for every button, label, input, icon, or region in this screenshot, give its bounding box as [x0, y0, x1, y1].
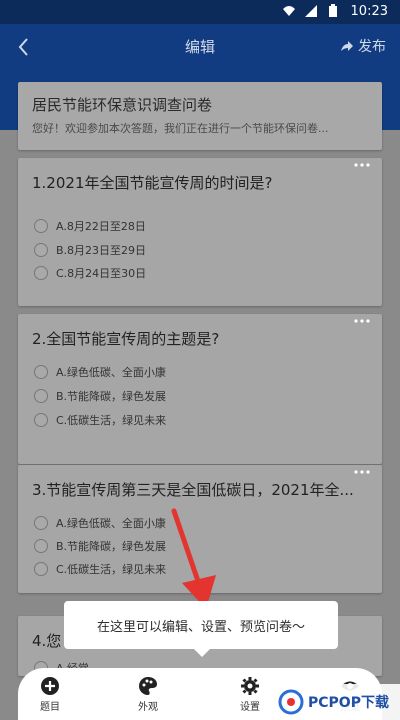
option-item[interactable]: B.节能降碳，绿色发展 [34, 388, 166, 404]
option-label: A.绿色低碳、全面小康 [56, 517, 166, 530]
more-icon[interactable] [352, 160, 372, 170]
radio-button[interactable] [34, 266, 48, 280]
battery-icon [329, 4, 337, 17]
status-icons [282, 4, 340, 18]
hint-tooltip: 在这里可以编辑、设置、预览问卷～ [64, 601, 338, 657]
radio-button[interactable] [34, 243, 48, 257]
survey-header-card[interactable]: 居民节能环保意识调查问卷 您好！欢迎参加本次答题，我们正在进行一个节能环保问卷.… [18, 82, 382, 150]
add-circle-icon [41, 677, 59, 695]
palette-icon [139, 677, 157, 695]
publish-button[interactable]: 发布 [340, 36, 386, 56]
tooltip-text: 在这里可以编辑、设置、预览问卷～ [96, 619, 305, 635]
tab-questions[interactable]: 题目 [22, 676, 78, 713]
radio-button[interactable] [34, 365, 48, 379]
app-bar: 编辑 发布 [0, 24, 400, 70]
pointer-arrow [171, 508, 216, 609]
option-label: B.节能降碳，绿色发展 [56, 390, 167, 403]
tab-label: 题目 [40, 702, 60, 713]
option-item[interactable]: C.8月24日至30日 [34, 265, 146, 281]
option-label: B.8月23日至29日 [56, 244, 147, 257]
question-title: 2.全国节能宣传周的主题是? [32, 330, 220, 348]
option-label: C.8月24日至30日 [56, 267, 147, 280]
option-item[interactable]: B.节能降碳，绿色发展 [34, 538, 166, 554]
wifi-icon [283, 6, 295, 16]
tab-appearance[interactable]: 外观 [120, 676, 176, 713]
radio-button[interactable] [34, 516, 48, 530]
more-icon[interactable] [352, 467, 372, 477]
tab-label: 外观 [138, 702, 158, 713]
watermark-text: PCPOP下载 [308, 695, 389, 711]
option-item[interactable]: A.绿色低碳、全面小康 [34, 364, 166, 380]
question-title: 3.节能宣传周第三天是全国低碳日，2021年全... [32, 481, 354, 499]
option-label: A.绿色低碳、全面小康 [56, 366, 166, 379]
publish-label: 发布 [358, 39, 386, 55]
question-title: 1.2021年全国节能宣传周的时间是? [32, 174, 273, 192]
option-item[interactable]: B.8月23日至29日 [34, 242, 146, 258]
option-item[interactable]: C.低碳生活，绿见未来 [34, 561, 166, 577]
gear-icon [241, 677, 259, 695]
question-card[interactable]: 2.全国节能宣传周的主题是? A.绿色低碳、全面小康 B.节能降碳，绿色发展 C… [18, 314, 382, 464]
more-icon[interactable] [352, 316, 372, 326]
radio-button[interactable] [34, 539, 48, 553]
radio-button[interactable] [34, 219, 48, 233]
survey-description: 您好！欢迎参加本次答题，我们正在进行一个节能环保问卷... [32, 122, 329, 135]
question-card[interactable]: 1.2021年全国节能宣传周的时间是? A.8月22日至28日 B.8月23日至… [18, 158, 382, 306]
status-time: 10:23 [350, 4, 388, 19]
pcpop-logo-icon [278, 689, 304, 715]
radio-button[interactable] [34, 413, 48, 427]
survey-title: 居民节能环保意识调查问卷 [32, 96, 213, 114]
status-bar: 10:23 [0, 0, 400, 24]
option-label: B.节能降碳，绿色发展 [56, 540, 167, 553]
option-label: A.8月22日至28日 [56, 220, 146, 233]
option-item[interactable]: C.低碳生活，绿见未来 [34, 412, 166, 428]
option-label: C.低碳生活，绿见未来 [56, 414, 167, 427]
option-item[interactable]: A.绿色低碳、全面小康 [34, 515, 166, 531]
watermark: PCPOP下载 [270, 684, 400, 720]
tab-label: 设置 [240, 702, 260, 713]
option-item[interactable]: A.8月22日至28日 [34, 218, 146, 234]
share-icon [341, 41, 353, 51]
radio-button[interactable] [34, 389, 48, 403]
option-label: C.低碳生活，绿见未来 [56, 563, 167, 576]
radio-button[interactable] [34, 562, 48, 576]
signal-icon [305, 5, 317, 17]
